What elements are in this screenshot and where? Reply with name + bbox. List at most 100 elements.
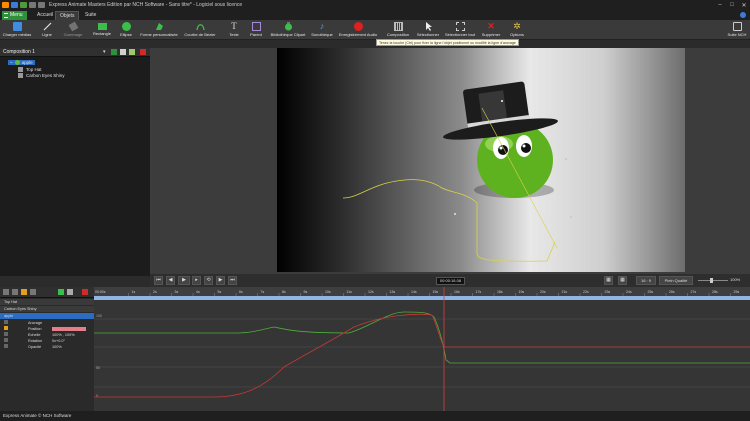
undo-icon[interactable] xyxy=(29,2,36,8)
maximize-button[interactable]: □ xyxy=(726,0,738,10)
property-keyframe-icon[interactable] xyxy=(4,344,8,348)
property-value[interactable]: 100% xyxy=(52,344,62,350)
ruler-tick-label: 25s xyxy=(648,290,654,294)
add-item-icon[interactable] xyxy=(120,49,126,55)
expand-icon[interactable]: − xyxy=(10,60,13,65)
rectangle-button[interactable]: Rectangle xyxy=(91,21,113,39)
menu-button[interactable]: Menu xyxy=(2,11,27,20)
record-audio-button[interactable]: Enregistrement Audio xyxy=(337,21,379,39)
keyframe-add-icon[interactable] xyxy=(3,289,9,295)
nch-suite-button[interactable]: Suite NCH xyxy=(725,21,749,39)
layer-row[interactable]: Carbon Eyes Shiny xyxy=(0,306,94,312)
keyframe-remove-icon[interactable] xyxy=(12,289,18,295)
text-icon: T xyxy=(231,21,237,31)
go-start-button[interactable]: ⏮ xyxy=(154,276,163,285)
text-button[interactable]: T Texte xyxy=(225,21,243,39)
apple-icon xyxy=(14,60,20,65)
button-label: Enregistrement Audio xyxy=(338,32,378,37)
ease-icon[interactable] xyxy=(30,289,36,295)
line-button[interactable]: Ligne xyxy=(37,21,57,39)
parent-button[interactable]: Parent xyxy=(248,21,264,39)
options-icon: ✲ xyxy=(513,21,521,31)
tab-accueil[interactable]: Accueil xyxy=(33,11,57,20)
ruler-tick-label: 13s xyxy=(390,290,396,294)
property-value-field[interactable] xyxy=(52,327,86,331)
load-media-button[interactable]: Charger médias xyxy=(2,21,32,39)
property-keyframe-icon[interactable] xyxy=(4,338,8,342)
grid-options-button[interactable]: ▦ xyxy=(618,276,627,285)
save-icon[interactable] xyxy=(20,2,27,8)
loop-button[interactable]: ⟲ xyxy=(204,276,213,285)
delete-icon: ✕ xyxy=(487,21,495,31)
tab-suite[interactable]: Suite xyxy=(81,11,100,20)
tree-item-carbon-eyes[interactable]: Carbon Eyes Shiny xyxy=(18,73,65,78)
help-icon[interactable] xyxy=(740,12,746,18)
minimize-button[interactable]: – xyxy=(714,0,726,10)
eraser-button[interactable]: Gommage xyxy=(60,21,86,39)
layer-row[interactable]: Top Hat xyxy=(0,299,94,305)
status-bar: Express Animate © NCH Software xyxy=(0,411,750,421)
delete-composition-icon[interactable] xyxy=(140,49,146,55)
layer-row-selected[interactable]: apple xyxy=(0,313,94,319)
property-keyframe-icon[interactable] xyxy=(4,320,8,324)
next-frame-button[interactable]: ▸ xyxy=(192,276,201,285)
property-name: Opacité xyxy=(28,345,42,349)
composition-button[interactable]: Composition xyxy=(384,21,412,39)
move-up-icon[interactable] xyxy=(58,289,64,295)
next-key-button[interactable]: ▶ xyxy=(216,276,225,285)
ellipse-button[interactable]: Ellipse xyxy=(117,21,135,39)
timeline-graph[interactable]: 00:00s 1s 2s 3s 4s 5s 6s 7s 8s 9s 10s 11s 12s 13s 14s 1… xyxy=(94,287,750,411)
grid-toggle-button[interactable]: ▦ xyxy=(604,276,613,285)
delete-layer-icon[interactable] xyxy=(82,289,88,295)
property-row[interactable]: Opacité 100% xyxy=(0,344,94,350)
ruler-tick-label: 12s xyxy=(368,290,374,294)
property-keyframe-icon[interactable] xyxy=(4,332,8,336)
composition-title[interactable]: Composition 1 xyxy=(3,49,35,55)
tab-label: Suite xyxy=(85,12,97,18)
go-end-button[interactable]: ⏭ xyxy=(228,276,237,285)
new-composition-icon[interactable] xyxy=(111,49,117,55)
custom-shape-button[interactable]: Forme personnalisée xyxy=(138,21,180,39)
tab-objets[interactable]: Objets xyxy=(55,11,80,20)
move-down-icon[interactable] xyxy=(67,289,73,295)
ruler-tick-label: 6s xyxy=(239,290,243,294)
property-keyframe-icon[interactable] xyxy=(4,326,8,330)
composition-panel-header: Composition 1 ▾ xyxy=(0,48,150,57)
close-button[interactable]: ✕ xyxy=(738,0,750,10)
quality-value: Plein Qualité xyxy=(664,278,688,283)
redo-icon[interactable] xyxy=(38,2,45,8)
current-time-field[interactable]: 00:00:16.08 xyxy=(436,277,465,285)
options-button[interactable]: ✲ Options xyxy=(507,21,527,39)
ruler-tick-label: 1s xyxy=(132,290,136,294)
zoom-slider-handle[interactable] xyxy=(710,278,713,283)
select-button[interactable]: Sélectionner xyxy=(415,21,441,39)
select-all-icon xyxy=(455,22,465,31)
button-label: Sélectionner tout xyxy=(444,32,476,37)
select-all-button[interactable]: Sélectionner tout xyxy=(443,21,477,39)
button-label: Supprimer xyxy=(481,32,501,37)
previous-frame-button[interactable]: ◀ xyxy=(166,276,175,285)
ruler-tick-label: 8s xyxy=(282,290,286,294)
bezier-button[interactable]: Courbe de Bézier xyxy=(182,21,218,39)
ruler-tick-label: 3s xyxy=(175,290,179,294)
canvas[interactable] xyxy=(277,48,685,272)
clipart-library-icon xyxy=(284,22,293,31)
green-curve xyxy=(94,311,750,364)
zoom-slider[interactable] xyxy=(698,278,728,283)
new-icon[interactable] xyxy=(11,2,18,8)
tree-item-apple[interactable]: − apple xyxy=(8,60,35,65)
delete-button[interactable]: ✕ Supprimer xyxy=(479,21,503,39)
composition-dropdown-icon[interactable]: ▾ xyxy=(103,49,106,55)
duplicate-icon[interactable] xyxy=(129,49,135,55)
tree-item-top-hat[interactable]: Top Hat xyxy=(18,67,42,72)
menu-label: Menu xyxy=(10,12,23,18)
ruler-tick-label: 23s xyxy=(605,290,611,294)
button-label: Options xyxy=(510,32,524,37)
play-button[interactable]: ▶ xyxy=(178,276,190,285)
keyframe-icon[interactable] xyxy=(21,289,27,295)
tree-item-label: Carbon Eyes Shiny xyxy=(26,73,65,78)
quality-select[interactable]: Plein Qualité xyxy=(659,276,693,285)
aspect-ratio-select[interactable]: 16 : 9 xyxy=(636,276,656,285)
clipart-library-button[interactable]: Bibliothèque Clipart xyxy=(268,21,308,39)
sound-library-button[interactable]: ♪ Sonothèque xyxy=(309,21,335,39)
